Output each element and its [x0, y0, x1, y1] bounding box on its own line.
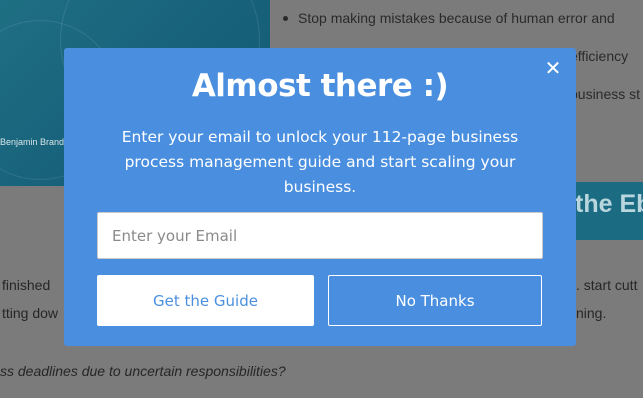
body-text: ning.: [576, 305, 607, 321]
body-text: finished: [2, 277, 51, 293]
email-field[interactable]: [97, 212, 543, 259]
list-item: Stop making mistakes because of human er…: [280, 10, 615, 26]
body-text: tting dow: [2, 305, 59, 321]
list-item: efficiency: [570, 48, 629, 64]
ebook-banner[interactable]: the Eb: [575, 182, 643, 240]
cover-author: Benjamin Brandall: [0, 137, 74, 147]
body-question: ss deadlines due to uncertain responsibi…: [0, 363, 286, 379]
list-item: business st: [570, 86, 641, 102]
get-guide-button[interactable]: Get the Guide: [97, 275, 314, 326]
body-text: . start cutt: [576, 277, 638, 293]
no-thanks-button[interactable]: No Thanks: [328, 275, 542, 326]
email-capture-modal: ✕ Almost there :) Enter your email to un…: [64, 48, 576, 346]
modal-title: Almost there :): [191, 68, 449, 104]
modal-description: Enter your email to unlock your 112-page…: [121, 128, 519, 196]
